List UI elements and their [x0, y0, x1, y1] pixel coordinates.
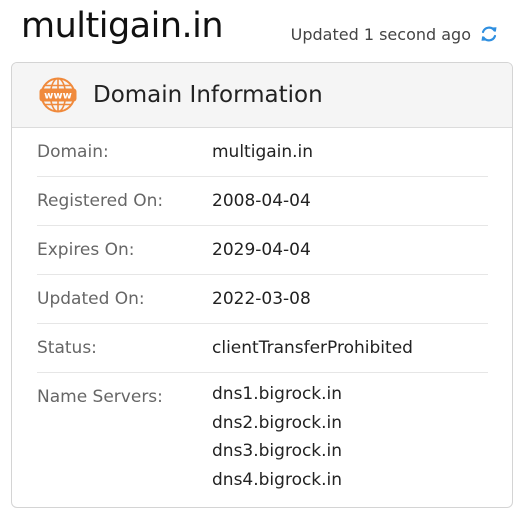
info-row-updated: Updated On: 2022-03-08: [37, 275, 488, 324]
info-label: Domain:: [37, 142, 109, 162]
info-label: Updated On:: [37, 289, 145, 309]
name-server-item: dns3.bigrock.in: [212, 441, 343, 461]
info-value: clientTransferProhibited: [212, 338, 413, 358]
card-header: www Domain Information: [12, 63, 512, 128]
info-value: multigain.in: [212, 142, 314, 162]
card-title: Domain Information: [93, 82, 323, 108]
updated-text: Updated 1 second ago: [290, 24, 471, 44]
updated-status: Updated 1 second ago: [291, 24, 499, 44]
name-server-item: dns1.bigrock.in: [212, 384, 343, 404]
page-header: multigain.in Updated 1 second ago: [0, 0, 522, 62]
info-value: 2029-04-04: [212, 240, 311, 260]
name-server-item: dns4.bigrock.in: [212, 469, 343, 490]
info-row-name-servers: Name Servers: dns1.bigrock.in dns2.bigro…: [37, 373, 488, 502]
refresh-icon[interactable]: [479, 24, 499, 44]
name-server-item: dns2.bigrock.in: [212, 412, 343, 433]
info-label: Name Servers:: [37, 387, 163, 407]
info-value: 2008-04-04: [212, 191, 311, 211]
info-row-domain: Domain: multigain.in: [37, 128, 488, 177]
domain-info-list: Domain: multigain.in Registered On: 2008…: [12, 128, 512, 502]
info-value: 2022-03-08: [212, 289, 311, 309]
info-row-status: Status: clientTransferProhibited: [37, 324, 488, 373]
site-title: multigain.in: [21, 6, 224, 46]
info-row-expires: Expires On: 2029-04-04: [37, 226, 488, 275]
info-row-registered: Registered On: 2008-04-04: [37, 177, 488, 226]
name-server-list: dns1.bigrock.in dns2.bigrock.in dns3.big…: [212, 373, 342, 502]
info-label: Expires On:: [37, 240, 135, 260]
domain-info-card: www Domain Information Domain: multigain…: [11, 62, 513, 508]
info-label: Status:: [37, 338, 97, 358]
info-label: Registered On:: [37, 191, 164, 211]
www-icon-text: www: [44, 91, 72, 102]
www-globe-icon: www: [39, 76, 77, 114]
